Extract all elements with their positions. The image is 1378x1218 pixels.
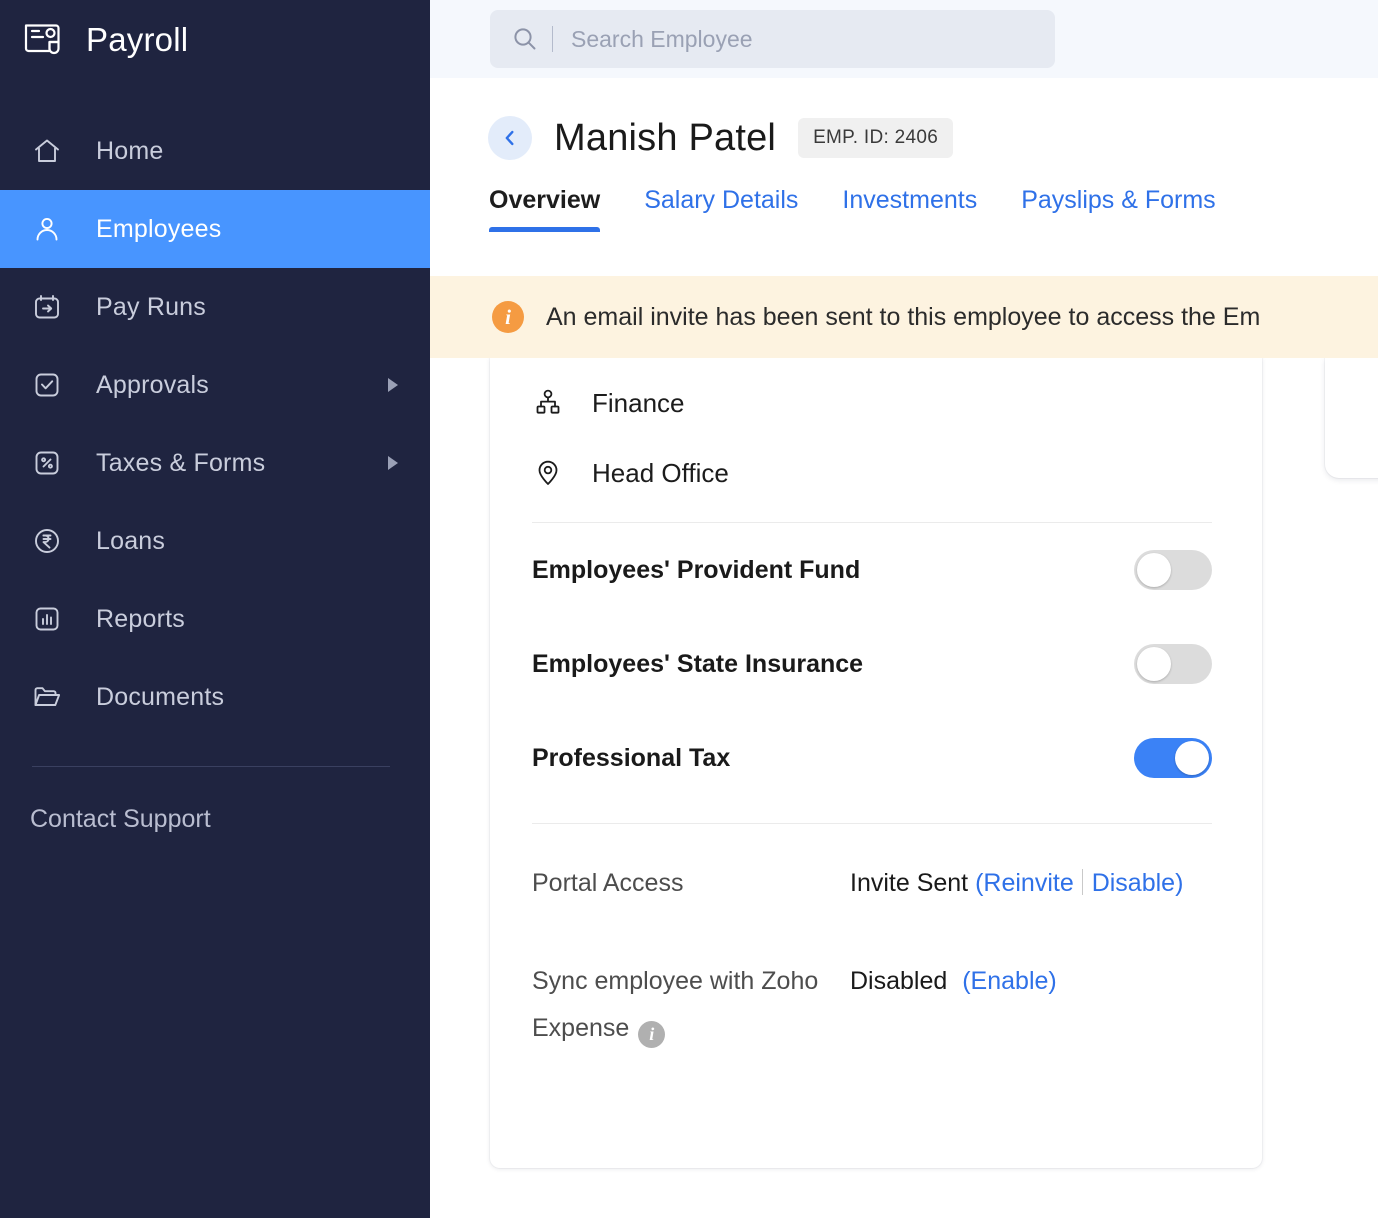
toggle-knob — [1137, 647, 1171, 681]
detail-key: Portal Access — [532, 869, 684, 897]
detail-key: Sync employee with Zoho Expense i — [532, 958, 850, 1051]
bar-chart-icon — [30, 602, 64, 636]
portal-access-status: Invite Sent — [850, 869, 969, 897]
toggle-label: Employees' Provident Fund — [532, 555, 861, 584]
employee-meta-list: Finance Head Office — [490, 358, 1262, 508]
overview-card: Finance Head Office Employees' Provident… — [490, 358, 1262, 1168]
meta-label: Finance — [592, 387, 685, 418]
app-root: Payroll Home Employees Pay Runs Approval… — [0, 0, 1378, 1218]
enable-link[interactable]: (Enable) — [962, 967, 1057, 995]
secondary-card — [1325, 358, 1378, 478]
detail-row-portal-access: Portal Access Invite Sent (Reinvite Disa… — [532, 860, 1212, 906]
person-icon — [30, 212, 64, 246]
sidebar-item-label: Home — [96, 136, 164, 165]
sidebar-item-taxes-forms[interactable]: Taxes & Forms — [0, 424, 430, 502]
tab-salary-details[interactable]: Salary Details — [622, 186, 820, 232]
sidebar-item-reports[interactable]: Reports — [0, 580, 430, 658]
disable-link[interactable]: Disable) — [1092, 869, 1184, 897]
brand-title: Payroll — [86, 21, 189, 58]
employee-id-badge: EMP. ID: 2406 — [798, 118, 954, 158]
folder-icon — [30, 680, 64, 714]
page-title: Manish Patel — [554, 116, 777, 159]
sidebar-item-label: Taxes & Forms — [96, 448, 266, 477]
meta-label: Head Office — [592, 457, 729, 488]
top-bar: Search Employee — [430, 0, 1378, 78]
toggle-knob — [1137, 553, 1171, 587]
rupee-circle-icon — [30, 524, 64, 558]
brand[interactable]: Payroll — [0, 0, 430, 80]
sidebar-item-label: Reports — [96, 604, 185, 633]
detail-row-zoho-expense-sync: Sync employee with Zoho Expense i Disable… — [532, 958, 1212, 1051]
reinvite-link[interactable]: (Reinvite — [975, 869, 1074, 897]
epf-toggle[interactable] — [1134, 550, 1212, 590]
sidebar-item-label: Employees — [96, 214, 222, 243]
sidebar-item-loans[interactable]: Loans — [0, 502, 430, 580]
sidebar-item-label: Loans — [96, 526, 166, 555]
percent-square-icon — [30, 446, 64, 480]
tab-overview[interactable]: Overview — [489, 186, 622, 232]
toggle-knob — [1175, 741, 1209, 775]
meta-row-location: Head Office — [532, 438, 1262, 508]
link-separator — [1081, 869, 1083, 895]
chevron-right-icon — [388, 456, 398, 470]
search-divider — [552, 26, 553, 52]
meta-row-department: Finance — [532, 368, 1262, 438]
sidebar: Payroll Home Employees Pay Runs Approval… — [0, 0, 430, 1218]
sidebar-item-pay-runs[interactable]: Pay Runs — [0, 268, 430, 346]
sidebar-nav: Home Employees Pay Runs Approvals Taxes … — [0, 112, 430, 736]
sidebar-item-home[interactable]: Home — [0, 112, 430, 190]
toggle-row-esi: Employees' State Insurance — [490, 617, 1262, 711]
contact-support-link[interactable]: Contact Support — [0, 767, 430, 834]
esi-toggle[interactable] — [1134, 644, 1212, 684]
tab-investments[interactable]: Investments — [820, 186, 999, 232]
detail-key-text: Sync employee with Zoho Expense — [532, 967, 819, 1042]
org-chart-icon — [532, 387, 564, 419]
search-input[interactable]: Search Employee — [490, 10, 1055, 68]
sidebar-item-label: Approvals — [96, 370, 209, 399]
content-area: Finance Head Office Employees' Provident… — [430, 358, 1378, 1218]
sidebar-item-employees[interactable]: Employees — [0, 190, 430, 268]
sidebar-item-label: Pay Runs — [96, 292, 206, 321]
toggle-row-professional-tax: Professional Tax — [490, 711, 1262, 805]
check-square-icon — [30, 368, 64, 402]
sidebar-item-approvals[interactable]: Approvals — [0, 346, 430, 424]
toggle-label: Employees' State Insurance — [532, 649, 864, 678]
sidebar-item-label: Documents — [96, 682, 225, 711]
chevron-right-icon — [388, 378, 398, 392]
zoho-sync-status: Disabled — [850, 967, 948, 996]
professional-tax-toggle[interactable] — [1134, 738, 1212, 778]
main-panel: Search Employee Manish Patel EMP. ID: 24… — [430, 0, 1378, 1218]
toggle-label: Professional Tax — [532, 743, 731, 772]
back-button[interactable] — [488, 116, 532, 160]
info-circle-icon: i — [492, 301, 524, 333]
employee-header: Manish Patel EMP. ID: 2406 — [430, 78, 1378, 160]
sidebar-item-documents[interactable]: Documents — [0, 658, 430, 736]
location-pin-icon — [532, 457, 564, 489]
info-banner-text: An email invite has been sent to this em… — [546, 302, 1261, 331]
info-tooltip-icon[interactable]: i — [638, 1020, 666, 1048]
tab-bar: Overview Salary Details Investments Pays… — [430, 186, 1378, 232]
chevron-left-icon — [505, 130, 514, 146]
calendar-arrow-icon — [30, 290, 64, 324]
home-icon — [30, 134, 64, 168]
info-banner: i An email invite has been sent to this … — [430, 276, 1378, 358]
toggle-row-epf: Employees' Provident Fund — [490, 523, 1262, 617]
search-icon — [512, 26, 538, 52]
detail-value-group: Invite Sent (Reinvite Disable) — [850, 860, 1183, 906]
tab-payslips-forms[interactable]: Payslips & Forms — [999, 186, 1237, 232]
payroll-card-icon — [22, 17, 68, 63]
details-block: Portal Access Invite Sent (Reinvite Disa… — [490, 824, 1262, 1051]
detail-value-group: Disabled (Enable) — [850, 958, 1057, 1051]
search-placeholder: Search Employee — [571, 25, 753, 52]
